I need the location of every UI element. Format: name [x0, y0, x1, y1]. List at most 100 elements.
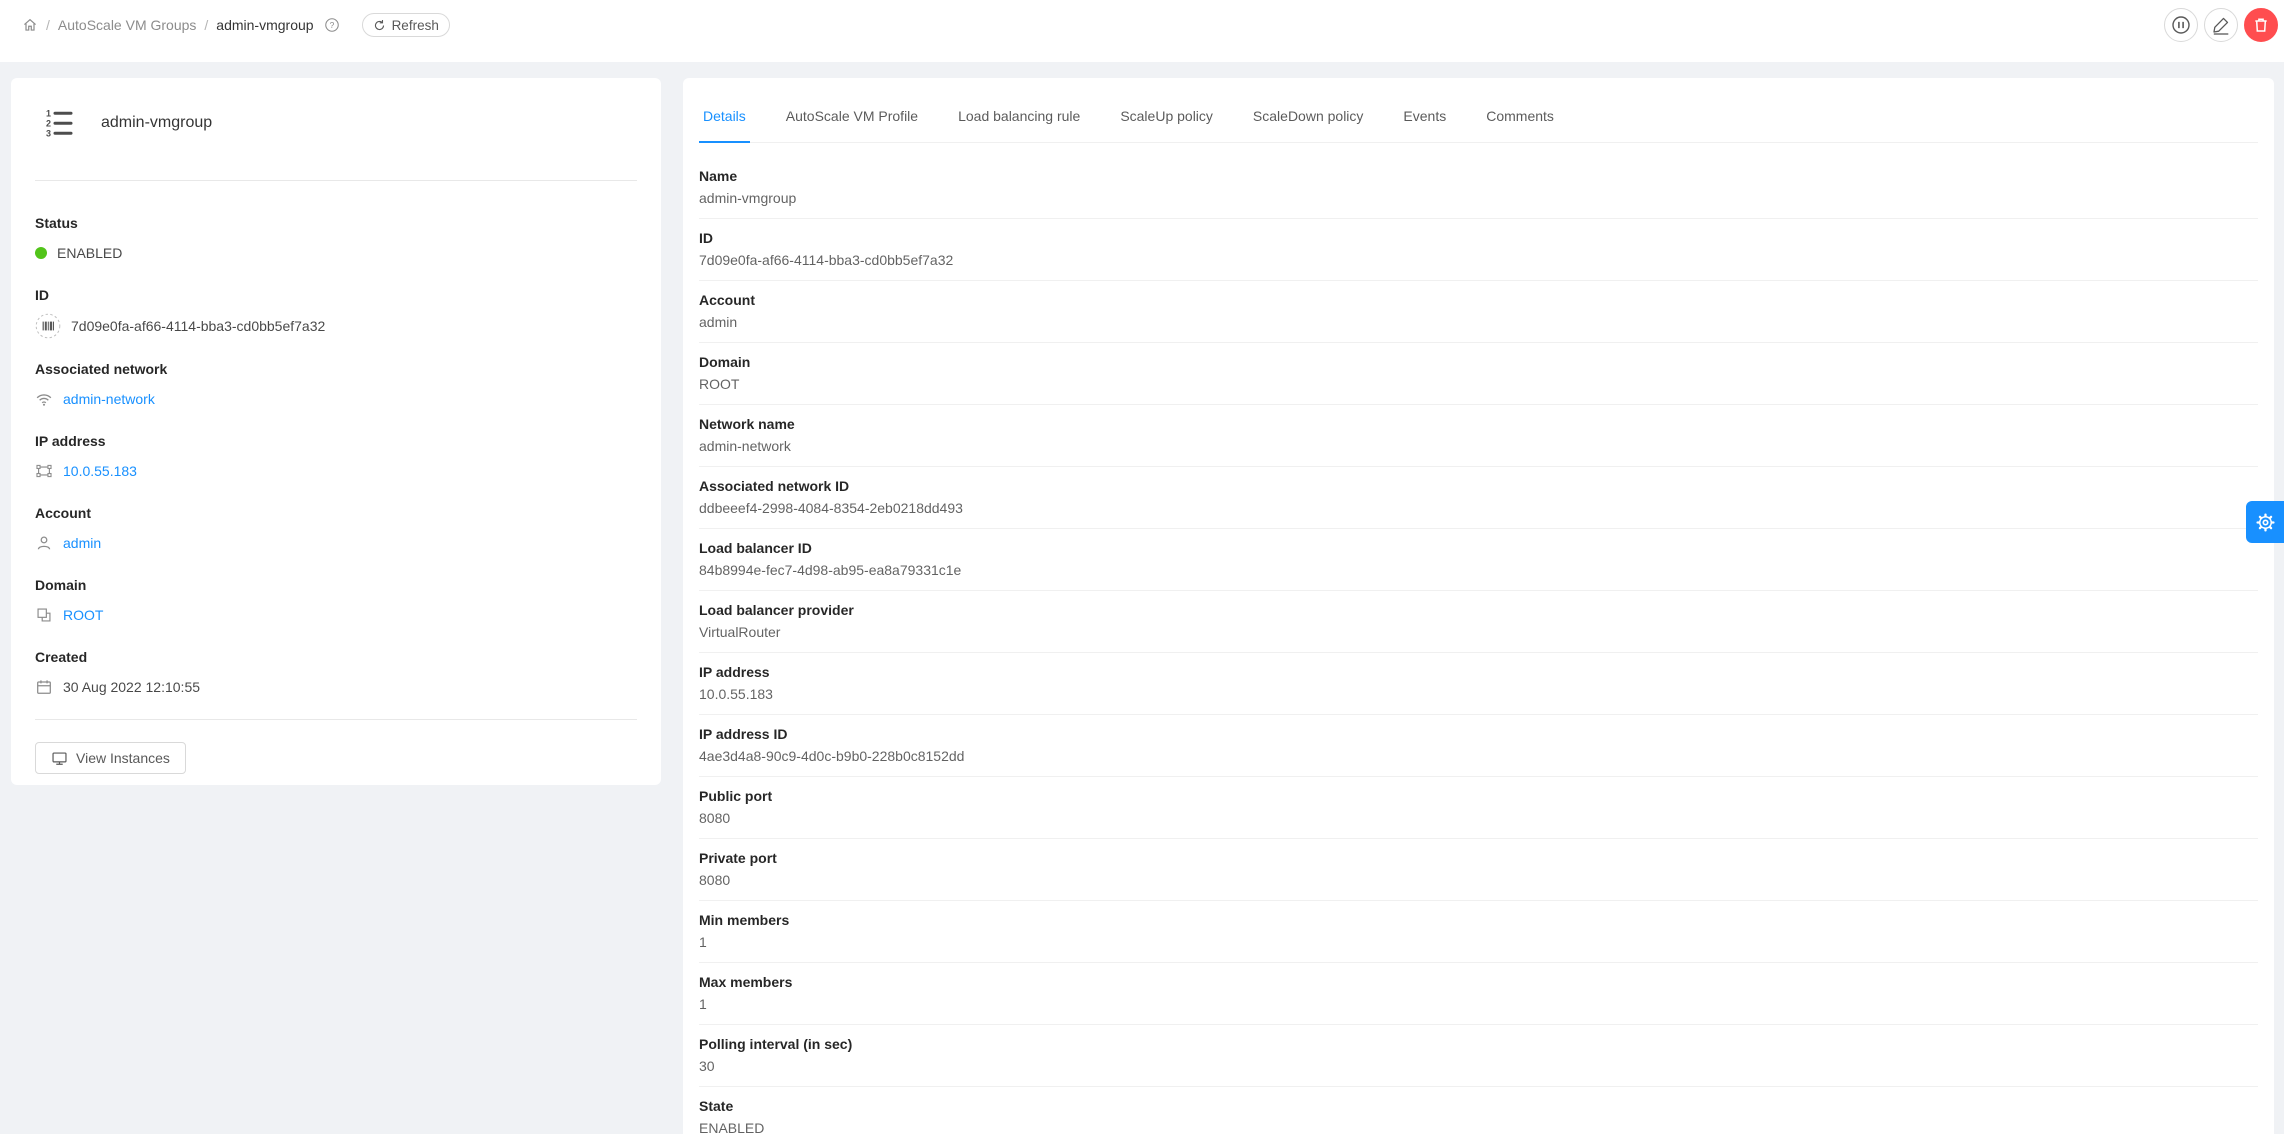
tab-events[interactable]: Events — [1399, 106, 1450, 142]
detail-row-value: ROOT — [699, 376, 740, 392]
pause-action-button[interactable] — [2164, 8, 2198, 42]
detail-row-label: IP address ID — [699, 726, 788, 742]
info-section-label: IP address — [35, 433, 106, 449]
status-text: ENABLED — [57, 245, 123, 261]
view-instances-button[interactable]: View Instances — [35, 742, 186, 774]
detail-row-associated-network-id: Associated network ID ddbeeef4-2998-4084-… — [699, 467, 2258, 529]
edit-icon — [2211, 15, 2231, 35]
detail-row-value: 84b8994e-fec7-4d98-ab95-ea8a79331c1e — [699, 562, 962, 578]
info-section-label: Account — [35, 505, 91, 521]
detail-row-load-balancer-provider: Load balancer provider VirtualRouter — [699, 591, 2258, 653]
detail-row-public-port: Public port 8080 — [699, 777, 2258, 839]
info-section-value: 7d09e0fa-af66-4114-bba3-cd0bb5ef7a32 — [35, 313, 637, 339]
svg-text:2: 2 — [46, 119, 51, 129]
settings-drawer-handle[interactable] — [2246, 501, 2284, 543]
divider — [35, 180, 637, 181]
detail-row-value: 8080 — [699, 872, 731, 888]
detail-row-value: admin — [699, 314, 738, 330]
breadcrumb: / AutoScale VM Groups / admin-vmgroup ? … — [22, 8, 450, 42]
tabs-bar: Details AutoScale VM Profile Load balancin… — [699, 78, 2258, 143]
delete-action-button[interactable] — [2244, 8, 2278, 42]
detail-row-label: Public port — [699, 788, 773, 804]
ordered-list-icon: 123 — [45, 108, 75, 138]
detail-row-value: 10.0.55.183 — [699, 686, 773, 702]
info-section-ip-address: IP address 10.0.55.183 — [35, 431, 637, 483]
detail-row-label: ID — [699, 230, 713, 246]
wifi-icon — [35, 390, 53, 408]
info-section-label: Created — [35, 649, 88, 665]
user-icon — [35, 534, 53, 552]
detail-row-label: Network name — [699, 416, 795, 432]
block-icon — [35, 606, 53, 624]
refresh-icon — [373, 19, 386, 32]
pause-circle-icon — [2171, 15, 2191, 35]
divider — [35, 719, 637, 720]
detail-row-label: Domain — [699, 354, 751, 370]
detail-row-value: 7d09e0fa-af66-4114-bba3-cd0bb5ef7a32 — [699, 252, 954, 268]
detail-row-value: ddbeeef4-2998-4084-8354-2eb0218dd493 — [699, 500, 963, 516]
home-icon[interactable] — [22, 17, 38, 33]
refresh-button-label: Refresh — [391, 17, 439, 33]
detail-row-value: 8080 — [699, 810, 731, 826]
svg-text:1: 1 — [46, 109, 51, 119]
detail-row-label: Min members — [699, 912, 790, 928]
info-section-account: Account admin — [35, 503, 637, 555]
detail-row-value: 4ae3d4a8-90c9-4d0c-b9b0-228b0c8152dd — [699, 748, 965, 764]
detail-row-label: Private port — [699, 850, 777, 866]
info-section-value: admin — [35, 531, 637, 555]
resource-title: admin-vmgroup — [101, 114, 213, 131]
tab-autoscale-vm-profile[interactable]: AutoScale VM Profile — [782, 106, 922, 142]
detail-row-value: 30 — [699, 1058, 715, 1074]
refresh-button[interactable]: Refresh — [361, 13, 450, 37]
breadcrumb-link-autoscale-vm-groups[interactable]: AutoScale VM Groups — [58, 17, 197, 33]
detail-row-label: Name — [699, 168, 738, 184]
detail-row-private-port: Private port 8080 — [699, 839, 2258, 901]
detail-row-label: State — [699, 1098, 734, 1114]
detail-row-value: admin-vmgroup — [699, 190, 797, 206]
info-section-value: ENABLED — [35, 241, 637, 265]
tab-comments[interactable]: Comments — [1482, 106, 1558, 142]
info-value-link[interactable]: admin-network — [63, 387, 155, 411]
tab-load-balancing-rule[interactable]: Load balancing rule — [954, 106, 1084, 142]
info-value-text: 7d09e0fa-af66-4114-bba3-cd0bb5ef7a32 — [71, 318, 326, 334]
breadcrumb-separator: / — [204, 17, 209, 33]
top-bar: / AutoScale VM Groups / admin-vmgroup ? … — [0, 0, 2284, 62]
info-value-text: 30 Aug 2022 12:10:55 — [63, 679, 201, 695]
calendar-icon — [35, 678, 53, 696]
info-section-domain: Domain ROOT — [35, 575, 637, 627]
detail-row-value: VirtualRouter — [699, 624, 781, 640]
desktop-icon — [51, 750, 68, 767]
barcode-icon[interactable] — [35, 313, 61, 339]
info-section-value: ROOT — [35, 603, 637, 627]
gear-icon — [2255, 512, 2276, 533]
detail-row-value: ENABLED — [699, 1120, 765, 1134]
svg-text:3: 3 — [46, 129, 51, 139]
tab-scaledown-policy[interactable]: ScaleDown policy — [1249, 106, 1368, 142]
info-section-label: Associated network — [35, 361, 168, 377]
detail-row-network-name: Network name admin-network — [699, 405, 2258, 467]
info-section-value: admin-network — [35, 387, 637, 411]
tab-scaleup-policy[interactable]: ScaleUp policy — [1116, 106, 1217, 142]
detail-row-domain: Domain ROOT — [699, 343, 2258, 405]
svg-text:?: ? — [329, 20, 334, 30]
detail-row-id: ID 7d09e0fa-af66-4114-bba3-cd0bb5ef7a32 — [699, 219, 2258, 281]
info-value-link[interactable]: 10.0.55.183 — [63, 459, 137, 483]
info-section-value: 10.0.55.183 — [35, 459, 637, 483]
info-section-label: Status — [35, 215, 78, 231]
detail-row-label: Load balancer provider — [699, 602, 854, 618]
info-section-created: Created 30 Aug 2022 12:10:55 — [35, 647, 637, 699]
info-value-link[interactable]: ROOT — [63, 603, 103, 627]
question-circle-icon[interactable]: ? — [324, 17, 340, 33]
detail-row-name: Name admin-vmgroup — [699, 157, 2258, 219]
view-instances-label: View Instances — [76, 750, 170, 766]
detail-row-label: IP address — [699, 664, 770, 680]
edit-action-button[interactable] — [2204, 8, 2238, 42]
detail-row-value: 1 — [699, 934, 707, 950]
resource-action-buttons — [2164, 8, 2278, 42]
info-section-label: Domain — [35, 577, 87, 593]
info-value-link[interactable]: admin — [63, 531, 101, 555]
tab-details[interactable]: Details — [699, 106, 750, 143]
detail-row-min-members: Min members 1 — [699, 901, 2258, 963]
detail-row-account: Account admin — [699, 281, 2258, 343]
detail-row-ip-address-id: IP address ID 4ae3d4a8-90c9-4d0c-b9b0-228… — [699, 715, 2258, 777]
